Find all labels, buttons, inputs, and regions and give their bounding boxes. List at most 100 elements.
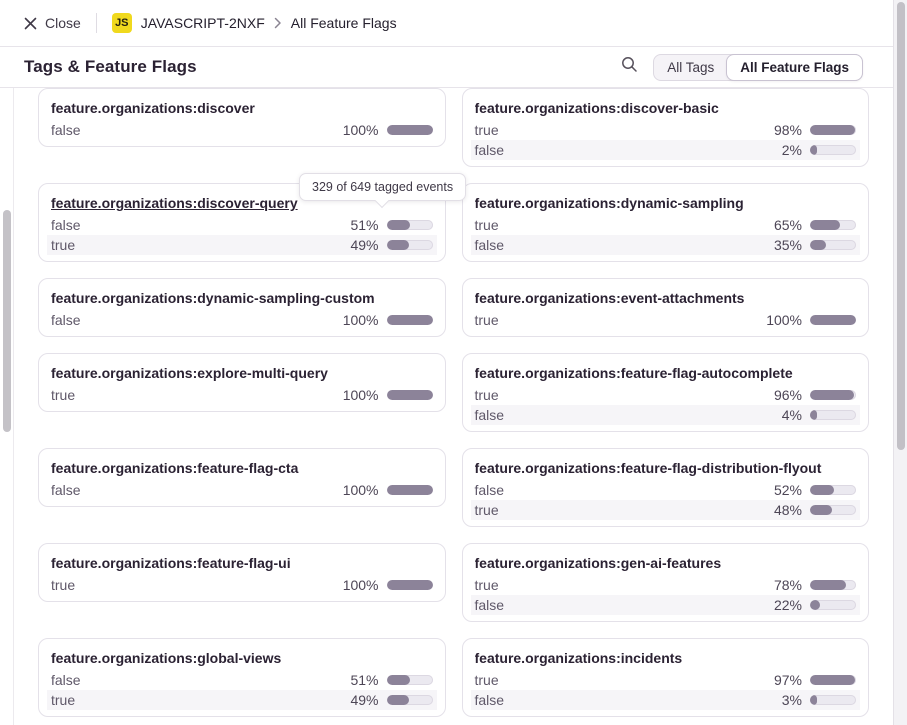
flag-name[interactable]: feature.organizations:event-attachments [475, 289, 857, 307]
flag-value-label: false [475, 692, 782, 708]
flag-value-rows: true78%false22% [471, 575, 861, 615]
flag-name[interactable]: feature.organizations:explore-multi-quer… [51, 364, 433, 382]
flag-name[interactable]: feature.organizations:discover-basic [475, 99, 857, 117]
flag-percent: 100% [343, 482, 379, 498]
feature-flag-card[interactable]: feature.organizations:discover false100% [38, 88, 446, 147]
flag-name[interactable]: feature.organizations:gen-ai-features [475, 554, 857, 572]
flag-name[interactable]: feature.organizations:feature-flag-ui [51, 554, 433, 572]
flag-value-rows: false100% [47, 480, 437, 500]
flag-name[interactable]: feature.organizations:discover [51, 99, 433, 117]
flag-value-row: false100% [47, 120, 437, 140]
flag-bar-fill [810, 390, 854, 400]
flag-value-row: true49% [47, 235, 437, 255]
breadcrumb-project[interactable]: JAVASCRIPT-2NXF [141, 15, 265, 31]
flag-value-row: true65% [471, 215, 861, 235]
flag-percent: 2% [782, 142, 802, 158]
flag-value-row: false2% [471, 140, 861, 160]
flag-name[interactable]: feature.organizations:feature-flag-autoc… [475, 364, 857, 382]
feature-flags-drawer: Close JS JAVASCRIPT-2NXF All Feature Fla… [0, 0, 893, 725]
feature-flag-card[interactable]: feature.organizations:event-attachments … [462, 278, 870, 337]
flag-percent: 96% [774, 387, 802, 403]
topbar-divider [96, 13, 97, 33]
flag-percent: 100% [343, 387, 379, 403]
flag-bar-fill [810, 600, 820, 610]
flag-value-label: false [475, 237, 774, 253]
flag-percent: 100% [343, 312, 379, 328]
flag-bar-fill [810, 315, 856, 325]
flag-bar [810, 145, 856, 155]
flag-value-label: false [51, 672, 350, 688]
flag-value-row: true98% [471, 120, 861, 140]
window-scrollbar-thumb[interactable] [897, 2, 905, 450]
flag-percent: 51% [350, 672, 378, 688]
flag-value-row: true48% [471, 500, 861, 520]
flag-bar [810, 240, 856, 250]
feature-flag-card[interactable]: feature.organizations:feature-flag-distr… [462, 448, 870, 527]
tab-all-feature-flags[interactable]: All Feature Flags [726, 54, 863, 81]
flag-bar-fill [810, 485, 834, 495]
drawer-body: feature.organizations:discover false100%… [0, 88, 893, 725]
window-scrollbar[interactable] [893, 0, 907, 725]
flag-bar-fill [387, 485, 433, 495]
flag-bar-fill [810, 220, 840, 230]
flag-value-label: true [475, 672, 774, 688]
flag-bar [387, 580, 433, 590]
drawer-scrollbar[interactable] [0, 88, 14, 725]
tagged-events-tooltip: 329 of 649 tagged events [299, 173, 466, 201]
flag-value-label: true [51, 577, 343, 593]
flag-value-label: true [475, 502, 774, 518]
flag-value-row: true100% [471, 310, 861, 330]
close-label: Close [45, 15, 81, 31]
flag-value-rows: true96%false4% [471, 385, 861, 425]
feature-flag-card[interactable]: feature.organizations:feature-flag-cta f… [38, 448, 446, 507]
drawer-scrollbar-thumb[interactable] [3, 210, 11, 432]
feature-flag-card[interactable]: feature.organizations:gen-ai-features tr… [462, 543, 870, 622]
close-button[interactable]: Close [24, 15, 81, 31]
feature-flag-card[interactable]: feature.organizations:incidents true97% f… [462, 638, 870, 717]
flag-value-rows: false100% [47, 120, 437, 140]
flag-percent: 98% [774, 122, 802, 138]
flag-bar [387, 485, 433, 495]
flag-value-rows: true98%false2% [471, 120, 861, 160]
flag-bar [387, 695, 433, 705]
flag-percent: 97% [774, 672, 802, 688]
flag-value-row: false51% [47, 670, 437, 690]
feature-flag-card[interactable]: feature.organizations:dynamic-sampling t… [462, 183, 870, 262]
search-button[interactable] [616, 54, 642, 80]
flag-bar [810, 125, 856, 135]
flag-value-label: true [475, 122, 774, 138]
flag-value-row: false51% [47, 215, 437, 235]
feature-flag-card[interactable]: feature.organizations:dynamic-sampling-c… [38, 278, 446, 337]
flag-value-label: false [51, 312, 343, 328]
flag-value-row: false100% [47, 310, 437, 330]
flag-name[interactable]: feature.organizations:dynamic-sampling [475, 194, 857, 212]
feature-flag-card[interactable]: feature.organizations:explore-multi-quer… [38, 353, 446, 412]
header-controls: All Tags All Feature Flags [616, 54, 863, 81]
flag-name[interactable]: feature.organizations:feature-flag-cta [51, 459, 433, 477]
flag-percent: 51% [350, 217, 378, 233]
flag-value-label: false [51, 217, 350, 233]
flag-bar [810, 485, 856, 495]
flag-bar [387, 220, 433, 230]
flag-bar-fill [810, 695, 817, 705]
feature-flag-card[interactable]: feature.organizations:feature-flag-autoc… [462, 353, 870, 432]
feature-flag-card[interactable]: feature.organizations:global-views false… [38, 638, 446, 717]
flag-bar [387, 125, 433, 135]
flag-value-row: true100% [47, 575, 437, 595]
flag-percent: 65% [774, 217, 802, 233]
flag-bar-fill [387, 315, 433, 325]
tab-all-tags[interactable]: All Tags [654, 55, 727, 80]
flag-percent: 48% [774, 502, 802, 518]
flag-name[interactable]: feature.organizations:global-views [51, 649, 433, 667]
page-title: Tags & Feature Flags [24, 57, 197, 77]
flag-bar [810, 390, 856, 400]
feature-flag-card[interactable]: feature.organizations:feature-flag-ui tr… [38, 543, 446, 602]
flag-bar-fill [387, 390, 433, 400]
flag-bar-fill [810, 410, 817, 420]
flag-bar-fill [810, 125, 855, 135]
flag-value-rows: false51%true49% [47, 670, 437, 710]
flag-name[interactable]: feature.organizations:feature-flag-distr… [475, 459, 857, 477]
feature-flag-card[interactable]: feature.organizations:discover-basic tru… [462, 88, 870, 167]
flag-name[interactable]: feature.organizations:incidents [475, 649, 857, 667]
flag-name[interactable]: feature.organizations:dynamic-sampling-c… [51, 289, 433, 307]
